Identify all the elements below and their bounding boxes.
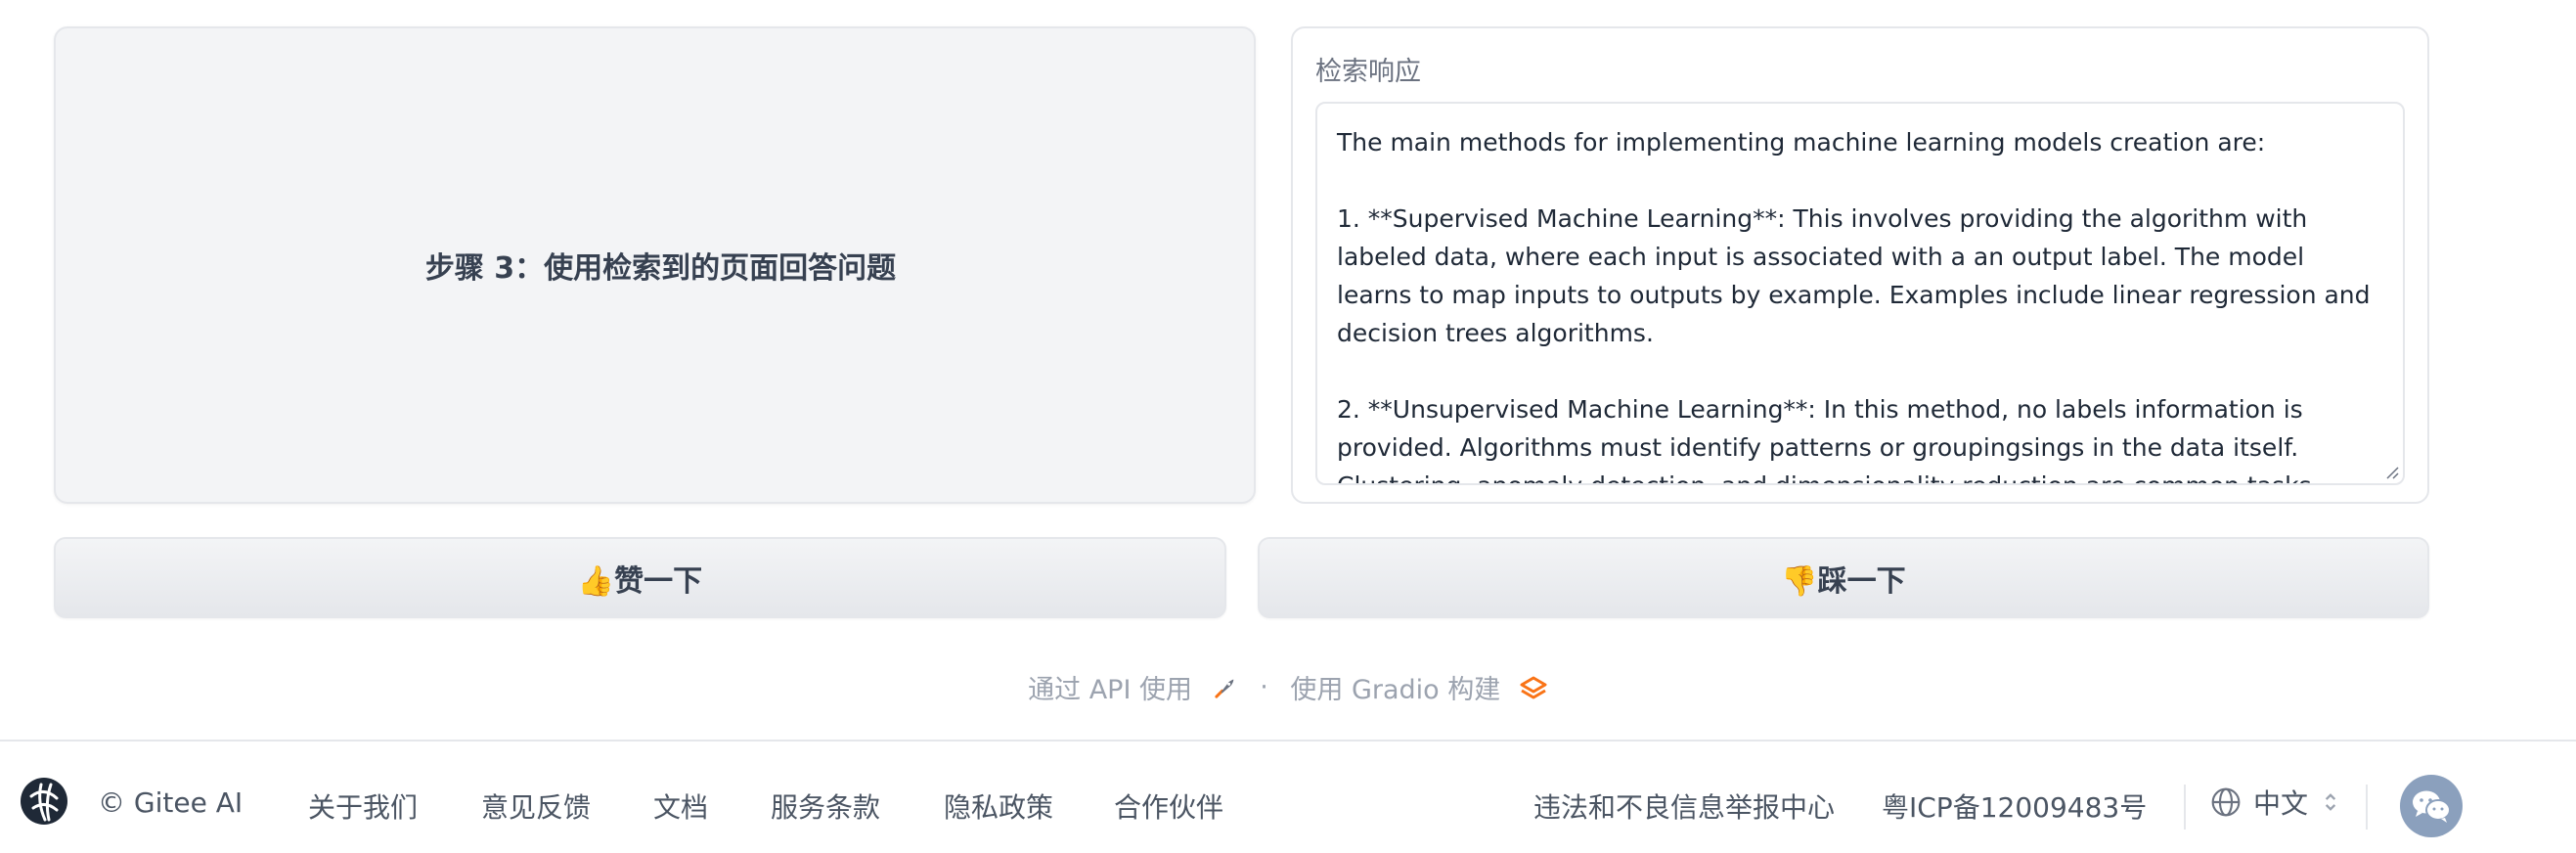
footer-brand: © Gitee AI [98, 786, 244, 819]
footer-link-about[interactable]: 关于我们 [308, 786, 418, 826]
response-panel: 检索响应 The main methods for implementing m… [1291, 26, 2429, 504]
footer-link-docs[interactable]: 文档 [653, 786, 708, 826]
footer-divider [2184, 785, 2186, 830]
step-panel: 步骤 3：使用检索到的页面回答问题 [54, 26, 1256, 504]
language-label: 中文 [2253, 787, 2309, 820]
footer-link-feedback[interactable]: 意见反馈 [481, 786, 591, 826]
globe-icon [2211, 787, 2241, 817]
chevron-updown-icon [2325, 793, 2336, 811]
rocket-icon [1201, 672, 1247, 702]
footer-link-partners[interactable]: 合作伙伴 [1114, 786, 1223, 826]
footer-link-privacy[interactable]: 隐私政策 [944, 786, 1053, 826]
wechat-icon [2413, 790, 2451, 823]
gradio-link[interactable]: 使用 Gradio 构建 [1290, 675, 1500, 705]
response-label: 检索响应 [1315, 57, 1421, 87]
credits-bar: 通过 API 使用 · 使用 Gradio 构建 [0, 668, 2576, 706]
footer-divider [2366, 785, 2368, 830]
footer-link-terms[interactable]: 服务条款 [771, 786, 880, 826]
footer-icp-link[interactable]: 粤ICP备12009483号 [1882, 786, 2147, 826]
step-title: 步骤 3：使用检索到的页面回答问题 [424, 251, 897, 286]
api-usage-link[interactable]: 通过 API 使用 [1028, 675, 1192, 705]
wechat-button[interactable] [2400, 775, 2463, 837]
response-text: The main methods for implementing machin… [1337, 128, 2371, 483]
credits-separator: · [1260, 672, 1268, 702]
resize-handle-icon[interactable] [2383, 464, 2399, 479]
gradio-logo-icon [1509, 672, 1548, 702]
like-button[interactable]: 👍赞一下 [54, 537, 1226, 618]
response-textarea[interactable]: The main methods for implementing machin… [1315, 102, 2405, 485]
footer-report-center-link[interactable]: 违法和不良信息举报中心 [1533, 786, 1835, 826]
dislike-button[interactable]: 👎踩一下 [1258, 537, 2429, 618]
site-footer: © Gitee AI 关于我们 意见反馈 文档 服务条款 隐私政策 合作伙伴 违… [0, 740, 2576, 853]
language-selector[interactable]: 中文 [2210, 781, 2339, 824]
gitee-ai-logo[interactable] [20, 777, 68, 826]
